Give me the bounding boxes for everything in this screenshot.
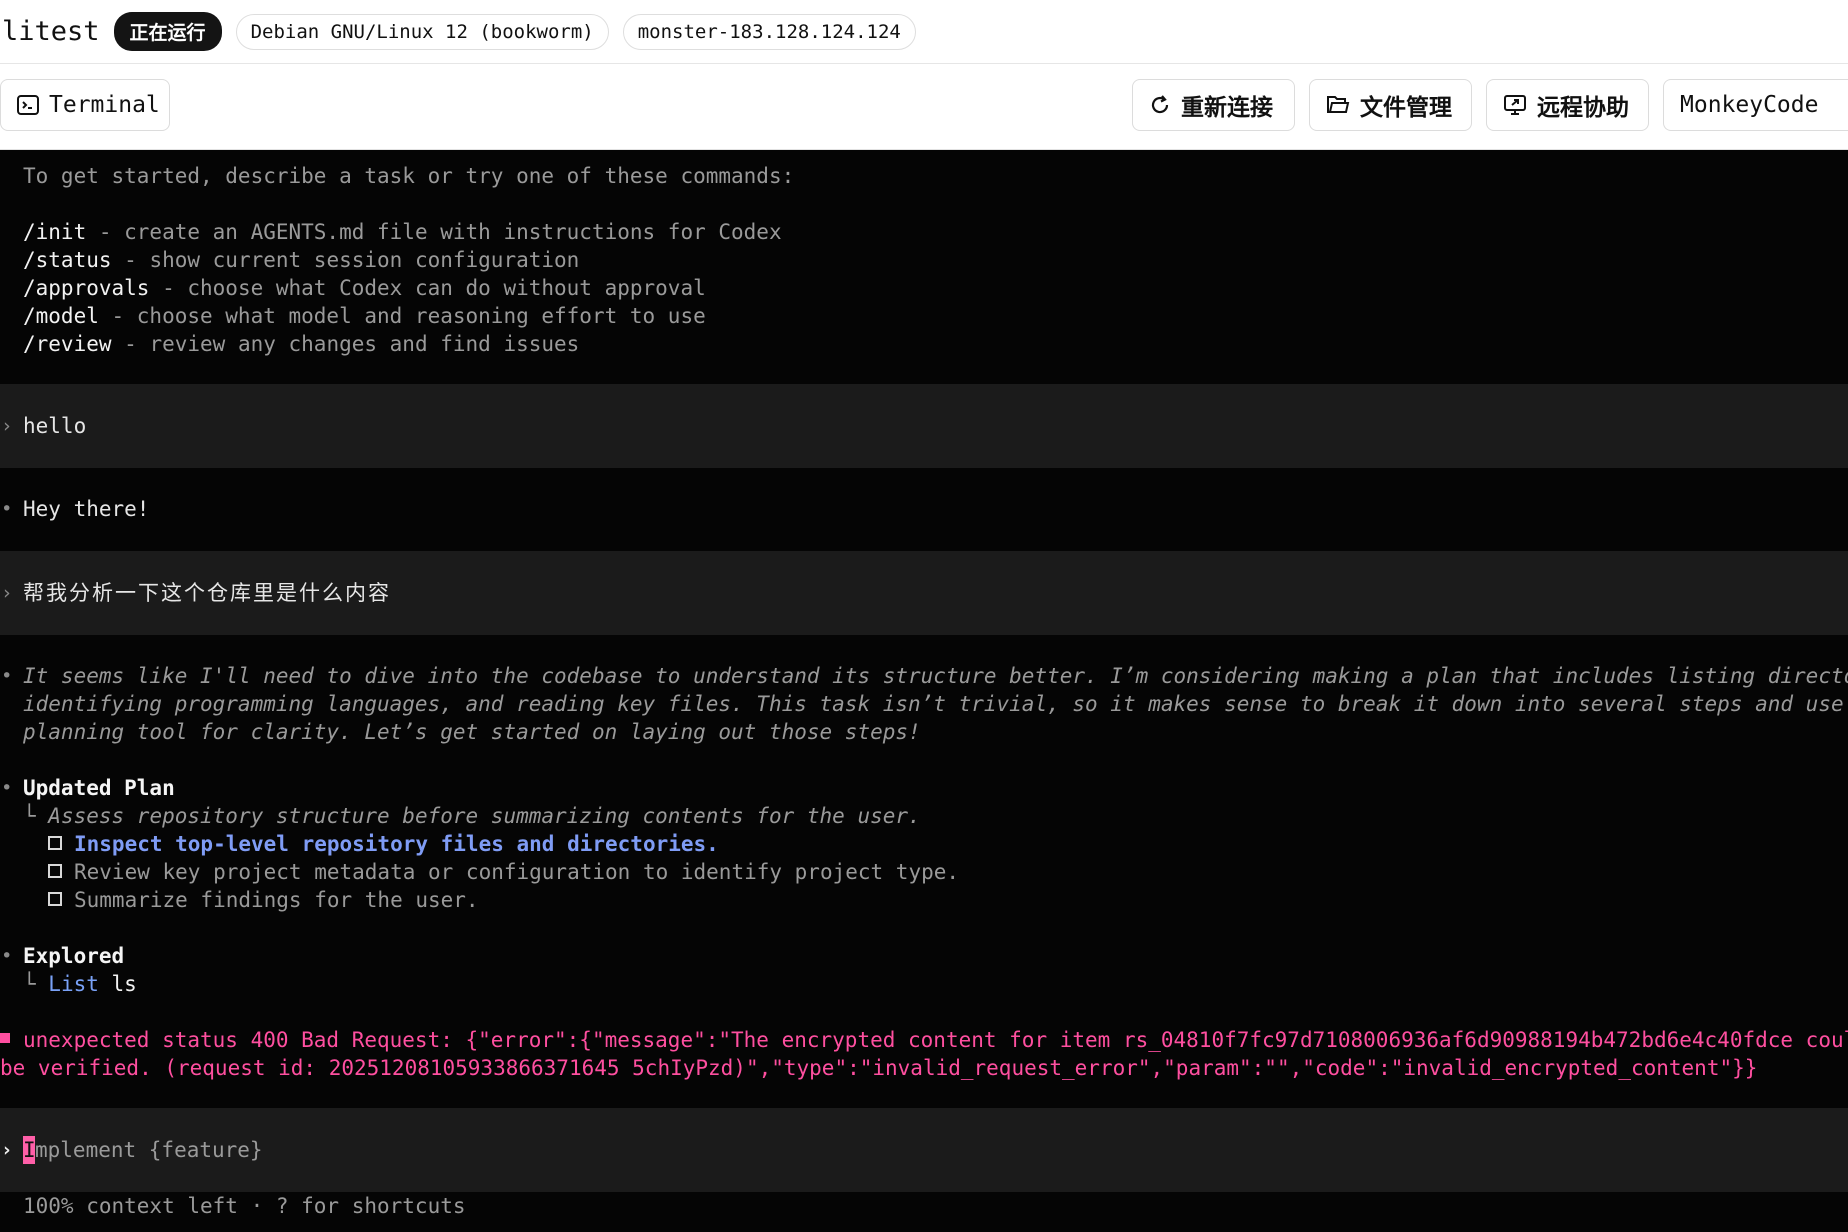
app-title: litest xyxy=(2,16,100,47)
user-message-block xyxy=(0,384,1848,468)
user-message: hello xyxy=(23,414,87,438)
input-block[interactable] xyxy=(0,1108,1848,1192)
user-message: 帮我分析一下这个仓库里是什么内容 xyxy=(23,581,391,605)
remote-assist-button[interactable]: 远程协助 xyxy=(1486,79,1649,131)
plan-item: Summarize findings for the user. xyxy=(48,886,479,914)
error-line: be verified. (request id: 20251208105933… xyxy=(0,1056,1758,1080)
reconnect-button[interactable]: 重新连接 xyxy=(1132,79,1295,131)
refresh-icon xyxy=(1151,95,1169,114)
command-line: /status - show current session configura… xyxy=(23,248,580,272)
bullet-icon: • xyxy=(1,777,13,799)
plan-title: Updated Plan xyxy=(23,776,175,800)
plan-note-row: └ Assess repository structure before sum… xyxy=(23,802,921,830)
status-badge: 正在运行 xyxy=(113,12,222,51)
reconnect-label: 重新连接 xyxy=(1181,95,1273,121)
plan-note: Assess repository structure before summa… xyxy=(48,804,921,828)
thinking-line: identifying programming languages, and r… xyxy=(23,692,1848,716)
bullet-icon: • xyxy=(1,945,13,967)
tab-terminal-label: Terminal xyxy=(49,92,160,118)
file-manager-button[interactable]: 文件管理 xyxy=(1309,79,1472,131)
prompt-chevron-icon: › xyxy=(1,582,13,604)
top-header: litest 正在运行 Debian GNU/Linux 12 (bookwor… xyxy=(0,0,1848,64)
command-line: /review - review any changes and find is… xyxy=(23,332,580,356)
folder-icon xyxy=(1327,96,1350,113)
tree-branch-icon: └ xyxy=(23,804,49,828)
host-badge: monster-183.128.124.124 xyxy=(622,13,916,50)
intro-text: To get started, describe a task or try o… xyxy=(23,164,795,188)
toolbar: Terminal 重新连接 文件管理 远程协助 MonkeyCode xyxy=(0,64,1848,150)
prompt-chevron-icon: › xyxy=(1,1139,13,1161)
terminal-pane[interactable]: To get started, describe a task or try o… xyxy=(0,150,1848,1232)
assistant-reply: Hey there! xyxy=(23,497,150,521)
checkbox-icon xyxy=(48,836,62,850)
context-status: 100% context left · ? for shortcuts xyxy=(23,1194,466,1218)
terminal-icon xyxy=(17,95,39,115)
checkbox-icon xyxy=(48,892,62,906)
command-line: /init - create an AGENTS.md file with in… xyxy=(23,220,782,244)
bullet-icon: • xyxy=(1,665,13,687)
monitor-share-icon xyxy=(1504,95,1526,115)
plan-item: Review key project metadata or configura… xyxy=(48,858,959,886)
prompt-chevron-icon: › xyxy=(1,415,13,437)
explored-row: └ List ls xyxy=(23,972,137,996)
tree-branch-icon: └ xyxy=(23,972,49,996)
monkeycode-button[interactable]: MonkeyCode xyxy=(1663,79,1848,131)
checkbox-icon xyxy=(48,864,62,878)
command-line: /approvals - choose what Codex can do wi… xyxy=(23,276,706,300)
monkeycode-label: MonkeyCode xyxy=(1680,92,1819,118)
error-line: unexpected status 400 Bad Request: {"err… xyxy=(23,1028,1848,1052)
error-indicator-icon xyxy=(0,1033,10,1043)
prompt-input[interactable]: Implement {feature} xyxy=(23,1136,263,1164)
file-manager-label: 文件管理 xyxy=(1360,95,1452,121)
command-line: /model - choose what model and reasoning… xyxy=(23,304,706,328)
os-badge: Debian GNU/Linux 12 (bookworm) xyxy=(235,13,609,50)
plan-item: Inspect top-level repository files and d… xyxy=(48,830,719,858)
remote-assist-label: 远程协助 xyxy=(1537,95,1629,121)
tab-terminal[interactable]: Terminal xyxy=(0,79,170,131)
explored-title: Explored xyxy=(23,944,125,968)
bullet-icon: • xyxy=(1,498,13,520)
thinking-line: planning tool for clarity. Let’s get sta… xyxy=(23,720,921,744)
text-cursor: I xyxy=(23,1136,36,1164)
thinking-line: It seems like I'll need to dive into the… xyxy=(23,664,1848,688)
input-placeholder: mplement {feature} xyxy=(35,1138,263,1162)
